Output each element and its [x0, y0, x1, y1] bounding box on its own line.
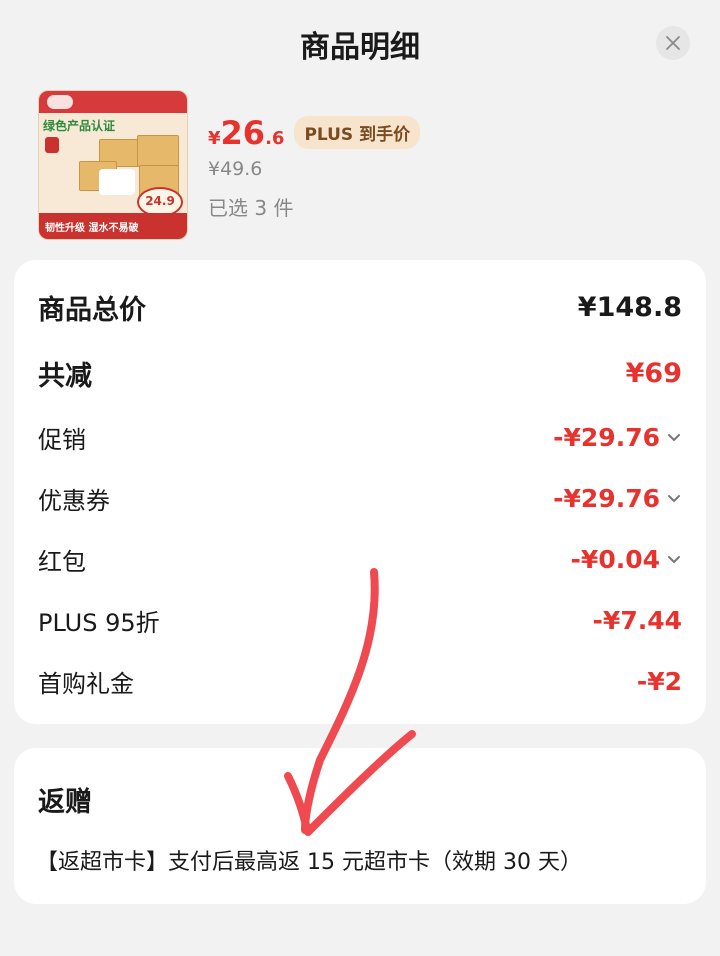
close-button[interactable] [656, 26, 690, 60]
product-thumbnail[interactable]: 绿色产品认证 24.9 韧性升级 湿水不易破 [38, 90, 188, 240]
total-label: 商品总价 [38, 295, 146, 326]
gift-card: 返赠 【返超市卡】支付后最高返 15 元超市卡（效期 30 天） [14, 748, 706, 904]
price-integer: 26 [220, 114, 266, 152]
plus-discount-value: -¥7.44 [592, 606, 682, 635]
selected-quantity: 已选 3 件 [208, 196, 294, 220]
row-plus-discount: PLUS 95折 -¥7.44 [38, 603, 682, 638]
chevron-down-icon [668, 494, 680, 502]
brand-logo [47, 95, 73, 109]
plus-discount-label: PLUS 95折 [38, 609, 160, 637]
close-icon [666, 36, 680, 50]
currency-symbol: ¥ [208, 128, 221, 149]
price-breakdown-card: 商品总价 ¥148.8 共减 ¥69 促销 -¥29.76 优惠券 -¥29.7… [14, 260, 706, 724]
thumbnail-slogan: 韧性升级 湿水不易破 [45, 223, 139, 234]
first-purchase-label: 首购礼金 [38, 670, 134, 698]
gift-description: 【返超市卡】支付后最高返 15 元超市卡（效期 30 天） [36, 850, 582, 875]
red-packet-label: 红包 [38, 548, 86, 576]
row-total: 商品总价 ¥148.8 [38, 288, 682, 327]
coupon-label: 优惠券 [38, 487, 110, 515]
price-decimal: .6 [265, 128, 285, 149]
plus-price: ¥ 26 .6 PLUS 到手价 [208, 114, 421, 153]
thumbnail-footer: 韧性升级 湿水不易破 [39, 213, 187, 239]
sheet-title: 商品明细 [300, 30, 420, 65]
plus-price-badge: PLUS 到手价 [294, 116, 421, 149]
total-discount-value: ¥69 [625, 358, 682, 389]
gift-title: 返赠 [38, 787, 92, 818]
chevron-down-icon [668, 433, 680, 441]
first-purchase-value: -¥2 [636, 667, 682, 696]
chevron-down-icon [668, 555, 680, 563]
thumbnail-cert-text: 绿色产品认证 [43, 119, 116, 133]
coupon-value: -¥29.76 [553, 484, 660, 513]
product-summary: 绿色产品认证 24.9 韧性升级 湿水不易破 ¥ 26 .6 PLUS 到手价 … [38, 90, 678, 240]
red-packet-value-group: -¥0.04 [571, 545, 682, 574]
row-coupon[interactable]: 优惠券 -¥29.76 [38, 481, 682, 516]
coupon-value-group: -¥29.76 [553, 484, 682, 513]
row-first-purchase: 首购礼金 -¥2 [38, 664, 682, 699]
product-detail-sheet: 商品明细 绿色产品认证 24.9 韧性升级 湿水不易破 ¥ 26 .6 PLUS… [0, 0, 720, 956]
row-red-packet[interactable]: 红包 -¥0.04 [38, 542, 682, 577]
promotion-value-group: -¥29.76 [553, 423, 682, 452]
red-packet-value: -¥0.04 [570, 545, 660, 574]
row-total-discount: 共减 ¥69 [38, 354, 682, 393]
total-value: ¥148.8 [577, 292, 682, 323]
tissue-pack [137, 135, 179, 167]
promotion-value: -¥29.76 [553, 423, 660, 452]
original-price: ¥49.6 [208, 158, 263, 180]
total-discount-label: 共减 [38, 361, 92, 392]
promotion-label: 促销 [38, 426, 86, 454]
row-promotion[interactable]: 促销 -¥29.76 [38, 420, 682, 455]
thumbnail-tag [45, 137, 59, 153]
tissue-sheet [99, 169, 135, 195]
